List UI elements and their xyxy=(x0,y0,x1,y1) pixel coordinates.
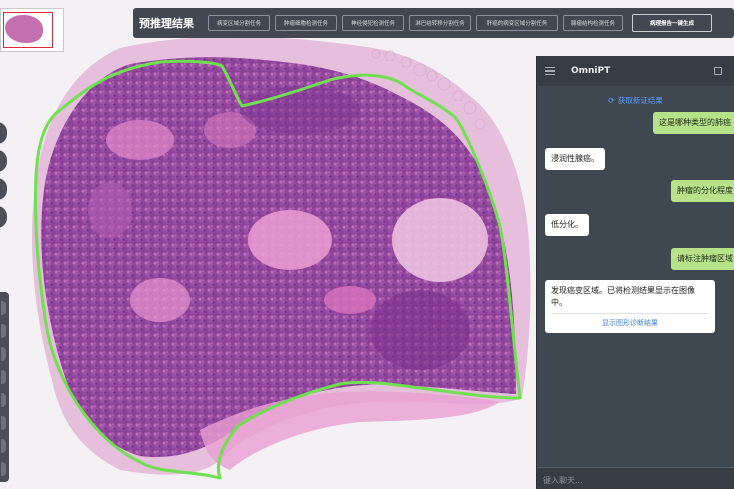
omnipt-chat-panel: OmniPT ⟳ 获取新证结果 这是哪种类型的肺癌 浸润性腺癌。 肿瘤的分化程度… xyxy=(536,56,734,489)
fullscreen-icon[interactable] xyxy=(0,206,7,228)
chat-message-user: 这是哪种类型的肺癌 xyxy=(653,112,734,134)
chat-header: OmniPT xyxy=(537,56,734,86)
task-button-tumor-cell-detection[interactable]: 肿瘤细胞检测任务 xyxy=(275,15,337,31)
freehand-tool-icon[interactable] xyxy=(1,370,6,384)
toolbar-title: 预推理结果 xyxy=(139,17,194,30)
text-tool-icon[interactable] xyxy=(1,416,6,430)
thumbnail-viewport-box[interactable] xyxy=(3,12,53,48)
layers-tool-icon[interactable] xyxy=(1,462,6,476)
chat-app-name: OmniPT xyxy=(571,66,611,76)
rectangle-tool-icon[interactable] xyxy=(1,324,6,338)
task-button-liver-lesion-segmentation[interactable]: 肝癌的病变区域分割任务 xyxy=(476,15,558,31)
eraser-tool-icon[interactable] xyxy=(1,439,6,453)
slide-thumbnail-minimap[interactable] xyxy=(0,8,64,52)
menu-icon[interactable] xyxy=(545,67,555,75)
refresh-icon: ⟳ xyxy=(608,95,615,105)
chat-message-user: 请标注肿瘤区域 xyxy=(671,248,734,270)
ruler-tool-icon[interactable] xyxy=(1,393,6,407)
polygon-tool-icon[interactable] xyxy=(1,347,6,361)
chat-input[interactable] xyxy=(543,470,733,489)
chat-message-assistant: 浸润性腺癌。 xyxy=(545,148,605,170)
refresh-results-link[interactable]: ⟳ 获取新证结果 xyxy=(537,94,734,106)
assistant-message-text: 发现癌变区域。已将检测结果显示在图像中。 xyxy=(551,286,695,307)
pointer-tool-icon[interactable] xyxy=(1,301,6,315)
task-button-nerve-invasion[interactable]: 神经侵犯检测任务 xyxy=(342,15,404,31)
copy-icon[interactable] xyxy=(714,67,722,75)
zoom-out-icon[interactable] xyxy=(0,150,7,172)
annotation-tool-dock xyxy=(0,292,9,482)
generate-report-button[interactable]: 病理报告一键生成 xyxy=(632,14,712,32)
zoom-in-icon[interactable] xyxy=(0,122,7,144)
task-button-lymph-node-metastasis[interactable]: 淋巴结转移分割任务 xyxy=(409,15,471,31)
home-view-icon[interactable] xyxy=(0,178,7,200)
left-tool-strip xyxy=(0,122,8,234)
task-button-adenoma-detection[interactable]: 腺瘤结构检测任务 xyxy=(563,15,623,31)
chat-message-assistant: 发现癌变区域。已将检测结果显示在图像中。 显示图形诊断结果 xyxy=(545,280,715,333)
chat-message-assistant: 低分化。 xyxy=(545,214,589,236)
pathology-viewer-app: 预推理结果 病变区域分割任务 肿瘤细胞检测任务 神经侵犯检测任务 淋巴结转移分割… xyxy=(0,0,734,489)
chat-message-user: 肿瘤的分化程度 xyxy=(671,180,734,202)
chat-input-bar xyxy=(537,467,734,489)
task-button-lesion-segmentation[interactable]: 病变区域分割任务 xyxy=(208,15,270,31)
show-diagnosis-result-link[interactable]: 显示图形诊断结果 xyxy=(551,313,709,329)
refresh-label: 获取新证结果 xyxy=(617,95,663,105)
task-toolbar: 预推理结果 病变区域分割任务 肿瘤细胞检测任务 神经侵犯检测任务 淋巴结转移分割… xyxy=(133,8,734,38)
